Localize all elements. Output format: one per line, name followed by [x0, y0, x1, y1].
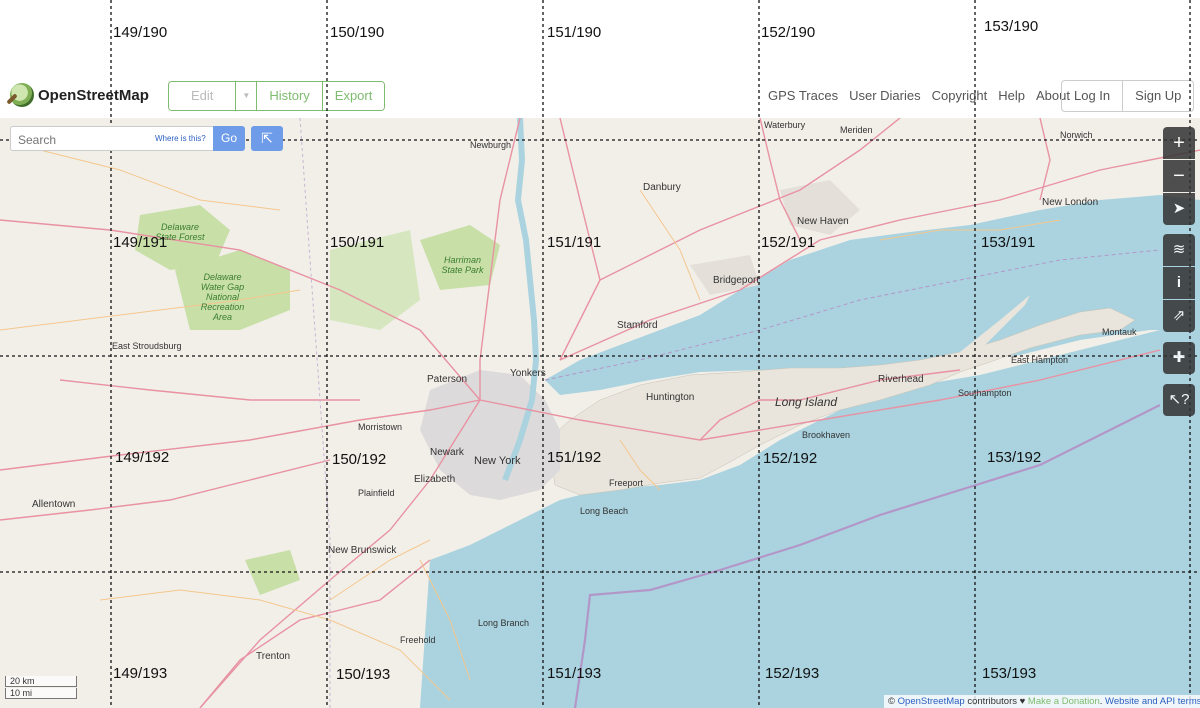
- go-button[interactable]: Go: [213, 126, 245, 151]
- label-harriman: Harriman State Park: [441, 255, 484, 275]
- donate-link[interactable]: Make a Donation: [1028, 696, 1100, 707]
- tile-label: 149/190: [113, 24, 168, 41]
- label-montauk: Montauk: [1102, 327, 1137, 337]
- where-is-this-link[interactable]: Where is this?: [155, 134, 206, 143]
- attribution: © OpenStreetMap contributors ♥ Make a Do…: [884, 695, 1200, 708]
- label-stamford: Stamford: [617, 320, 658, 331]
- terms-link[interactable]: Website and API terms: [1105, 696, 1200, 707]
- label-morristown: Morristown: [358, 422, 403, 432]
- label-elizabeth: Elizabeth: [414, 474, 456, 485]
- osm-link[interactable]: OpenStreetMap: [898, 696, 965, 707]
- tile-label: 150/191: [330, 234, 385, 251]
- add-note-button[interactable]: ✚: [1163, 342, 1195, 374]
- tile-label: 149/191: [113, 234, 168, 251]
- tile-label: 152/193: [765, 665, 820, 682]
- zoom-in-button[interactable]: +: [1163, 127, 1195, 159]
- tile-label: 150/190: [330, 24, 385, 41]
- tile-label: 153/192: [987, 449, 1042, 466]
- info-icon: i: [1176, 274, 1182, 291]
- tile-label: 153/193: [982, 665, 1037, 682]
- label-newark: Newark: [430, 447, 464, 458]
- tile-label: 152/190: [761, 24, 816, 41]
- query-features-button[interactable]: ↖?: [1163, 384, 1195, 416]
- label-long-island: Long Island: [775, 395, 838, 409]
- plus-icon: +: [1173, 132, 1185, 154]
- tile-label: 149/193: [113, 665, 168, 682]
- heart-icon: ♥: [1019, 696, 1026, 707]
- contributors-text: contributors: [967, 696, 1017, 707]
- label-new-haven: New Haven: [797, 216, 849, 227]
- query-cursor-icon: ↖?: [1168, 391, 1190, 408]
- tile-label: 153/190: [984, 18, 1039, 35]
- label-new-york: New York: [474, 455, 521, 467]
- label-yonkers: Yonkers: [510, 368, 546, 379]
- label-paterson: Paterson: [427, 374, 468, 385]
- label-danbury: Danbury: [643, 182, 681, 193]
- add-note-icon: ✚: [1172, 349, 1186, 366]
- label-freehold: Freehold: [400, 635, 436, 645]
- tile-label: 152/192: [763, 450, 818, 467]
- map-key-button[interactable]: i: [1163, 267, 1195, 299]
- label-long-branch: Long Branch: [478, 618, 530, 628]
- tile-label: 151/190: [547, 24, 602, 41]
- map-canvas[interactable]: [0, 118, 1200, 708]
- label-long-beach: Long Beach: [580, 506, 629, 516]
- search-input[interactable]: [16, 132, 150, 148]
- locate-button[interactable]: ➤: [1163, 193, 1195, 225]
- label-brookhaven: Brookhaven: [802, 430, 851, 440]
- tile-label: 151/192: [547, 449, 602, 466]
- label-huntington: Huntington: [646, 392, 695, 403]
- minus-icon: −: [1173, 165, 1185, 187]
- label-newburgh: Newburgh: [470, 140, 512, 150]
- label-new-london: New London: [1042, 197, 1099, 208]
- tile-label: 151/191: [547, 234, 602, 251]
- label-plainfield: Plainfield: [358, 488, 395, 498]
- label-riverhead: Riverhead: [878, 374, 924, 385]
- share-icon: ⇗: [1172, 307, 1186, 324]
- label-trenton: Trenton: [256, 651, 291, 662]
- label-waterbury: Waterbury: [764, 120, 806, 130]
- locate-arrow-icon: ➤: [1172, 200, 1186, 217]
- zoom-out-button[interactable]: −: [1163, 160, 1195, 192]
- label-meriden: Meriden: [840, 125, 873, 135]
- scale-bar: 20 km 10 mi: [5, 676, 77, 700]
- layers-icon: ≋: [1172, 241, 1186, 258]
- label-bridgeport: Bridgeport: [713, 275, 760, 286]
- label-new-brunswick: New Brunswick: [328, 545, 397, 556]
- tile-label: 151/193: [547, 665, 602, 682]
- copyright-symbol: ©: [888, 696, 895, 707]
- share-button[interactable]: ⇗: [1163, 300, 1195, 332]
- label-east-hampton: East Hampton: [1011, 355, 1069, 365]
- scale-imperial: 10 mi: [5, 688, 77, 699]
- label-east-stroudsburg: East Stroudsburg: [112, 341, 182, 351]
- label-southampton: Southampton: [958, 388, 1012, 398]
- label-norwich: Norwich: [1060, 130, 1093, 140]
- tile-label: 150/192: [332, 451, 387, 468]
- tile-label: 150/193: [336, 666, 391, 683]
- label-delaware-gap: Delaware Water Gap National Recreation A…: [200, 272, 245, 322]
- directions-icon: ⇱: [261, 130, 273, 146]
- tile-label: 149/192: [115, 449, 170, 466]
- tile-label: 153/191: [981, 234, 1036, 251]
- tile-label: 152/191: [761, 234, 816, 251]
- scale-metric: 20 km: [5, 676, 77, 687]
- label-freeport: Freeport: [609, 478, 644, 488]
- label-allentown: Allentown: [32, 499, 76, 510]
- directions-button[interactable]: ⇱: [251, 126, 283, 151]
- layers-button[interactable]: ≋: [1163, 234, 1195, 266]
